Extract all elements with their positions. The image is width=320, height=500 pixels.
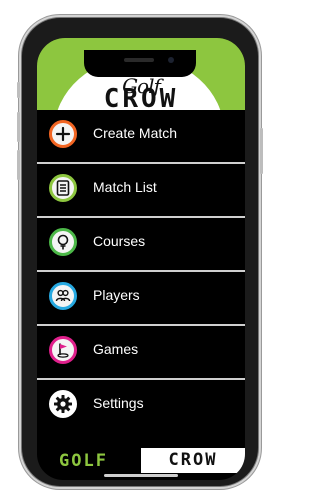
flag-icon [49, 336, 77, 364]
players-icon [49, 282, 77, 310]
menu-item-label: Players [93, 287, 140, 303]
front-camera [168, 57, 174, 63]
menu-item-settings[interactable]: Settings [37, 380, 245, 432]
main-menu: Create Match Match List Courses Players … [37, 110, 245, 432]
phone-speaker [124, 58, 154, 62]
menu-item-label: Courses [93, 233, 146, 249]
phone-volume-up-button [17, 112, 20, 142]
phone-mute-switch [17, 82, 20, 98]
phone-notch [84, 50, 196, 77]
menu-item-label: Match List [93, 179, 157, 195]
app-footer: GOLF CROW [37, 448, 245, 473]
menu-item-create-match[interactable]: Create Match [37, 110, 245, 164]
plus-icon [49, 120, 77, 148]
menu-item-label: Settings [93, 395, 144, 411]
footer-golf-text: GOLF [59, 451, 108, 471]
app-screen: Golf CROW Create Match Match List Course… [37, 38, 245, 480]
phone-volume-down-button [17, 150, 20, 180]
footer-crow-text: CROW [141, 448, 245, 473]
menu-item-label: Games [93, 341, 139, 357]
phone-frame: Golf CROW Create Match Match List Course… [17, 18, 263, 486]
gear-icon [49, 390, 77, 418]
menu-item-games[interactable]: Games [37, 326, 245, 380]
phone-power-button [260, 128, 263, 174]
menu-item-players[interactable]: Players [37, 272, 245, 326]
menu-item-match-list[interactable]: Match List [37, 164, 245, 218]
home-indicator[interactable] [104, 474, 178, 477]
menu-item-courses[interactable]: Courses [37, 218, 245, 272]
menu-item-label: Create Match [93, 125, 178, 141]
logo-crow-text: CROW [103, 84, 179, 110]
golf-ball-tee-icon [49, 228, 77, 256]
list-icon [49, 174, 77, 202]
